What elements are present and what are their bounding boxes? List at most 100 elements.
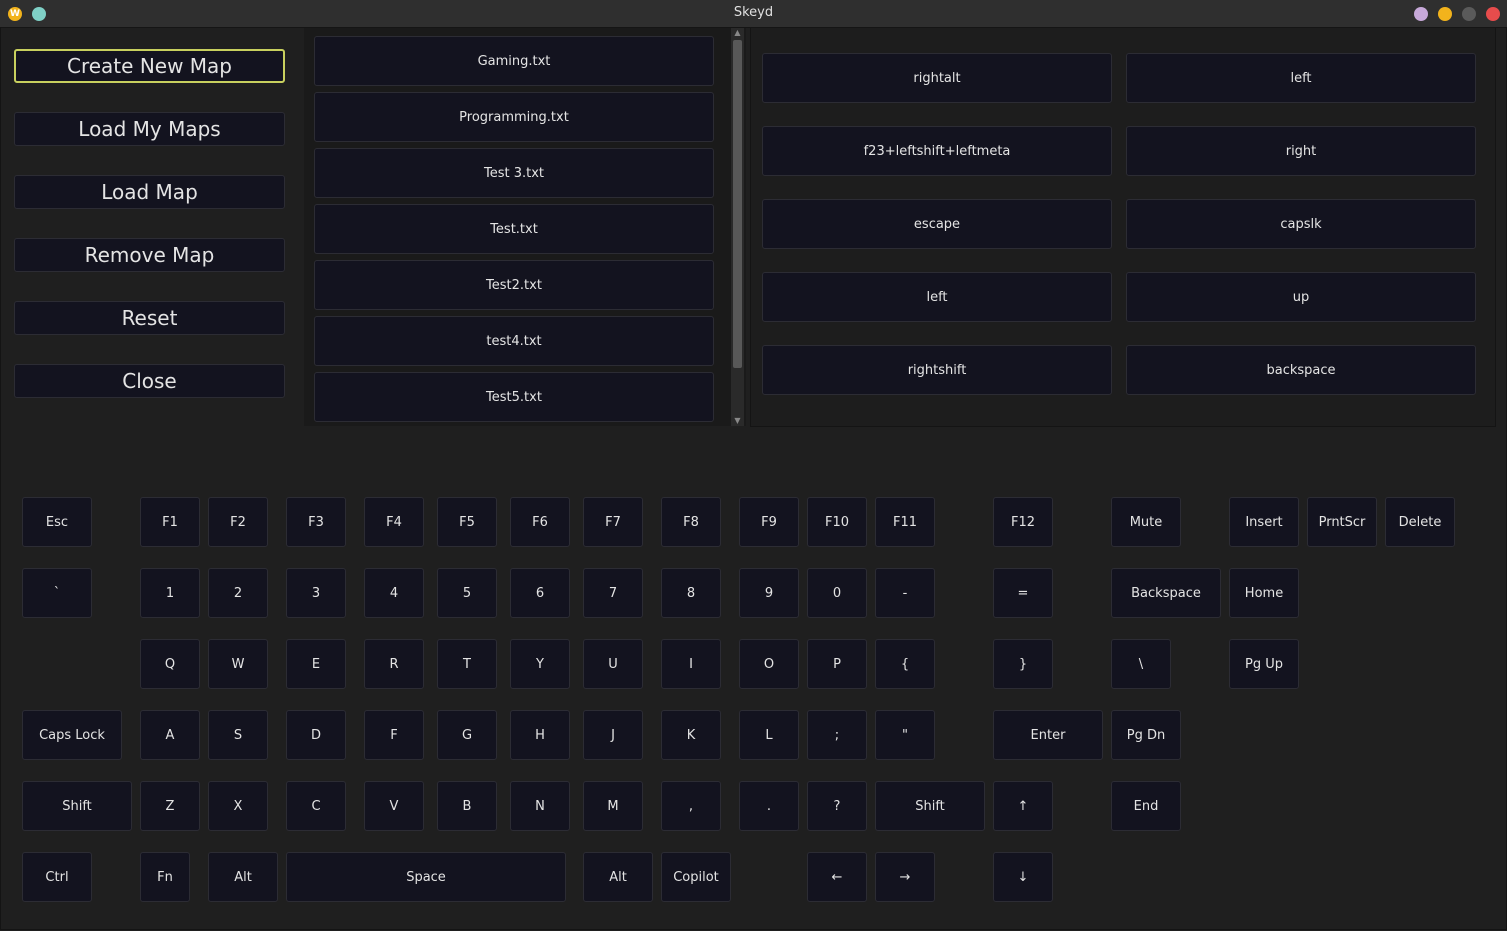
mapping-from[interactable]: rightalt [762, 53, 1112, 103]
key-comma[interactable]: , [661, 781, 721, 831]
key-a[interactable]: A [140, 710, 200, 760]
key-h[interactable]: H [510, 710, 570, 760]
file-item[interactable]: Programming.txt [314, 92, 714, 142]
key-f9[interactable]: F9 [739, 497, 799, 547]
maximize-button[interactable] [1462, 7, 1476, 21]
key-3[interactable]: 3 [286, 568, 346, 618]
key-z[interactable]: Z [140, 781, 200, 831]
key-delete[interactable]: Delete [1385, 497, 1455, 547]
key-w[interactable]: W [208, 639, 268, 689]
key-period[interactable]: . [739, 781, 799, 831]
mapping-from[interactable]: left [762, 272, 1112, 322]
close-window-button[interactable] [1486, 7, 1500, 21]
key-equals[interactable]: = [993, 568, 1053, 618]
key-up-arrow-icon[interactable]: ↑ [993, 781, 1053, 831]
key-f5[interactable]: F5 [437, 497, 497, 547]
key-close-brace[interactable]: } [993, 639, 1053, 689]
key-i[interactable]: I [661, 639, 721, 689]
key-f7[interactable]: F7 [583, 497, 643, 547]
mapping-to[interactable]: up [1126, 272, 1476, 322]
remove-map-button[interactable]: Remove Map [14, 238, 285, 272]
key-backtick[interactable]: ` [22, 568, 92, 618]
key-4[interactable]: 4 [364, 568, 424, 618]
key-down-arrow-icon[interactable]: ↓ [993, 852, 1053, 902]
mapping-from[interactable]: f23+leftshift+leftmeta [762, 126, 1112, 176]
key-right-shift[interactable]: Shift [875, 781, 985, 831]
key-pg-dn[interactable]: Pg Dn [1111, 710, 1181, 760]
key-5[interactable]: 5 [437, 568, 497, 618]
key-o[interactable]: O [739, 639, 799, 689]
key-insert[interactable]: Insert [1229, 497, 1299, 547]
load-map-button[interactable]: Load Map [14, 175, 285, 209]
key-f1[interactable]: F1 [140, 497, 200, 547]
key-1[interactable]: 1 [140, 568, 200, 618]
mapping-to[interactable]: left [1126, 53, 1476, 103]
key-e[interactable]: E [286, 639, 346, 689]
key-p[interactable]: P [807, 639, 867, 689]
key-f11[interactable]: F11 [875, 497, 935, 547]
mapping-from[interactable]: escape [762, 199, 1112, 249]
key-u[interactable]: U [583, 639, 643, 689]
key-pg-up[interactable]: Pg Up [1229, 639, 1299, 689]
close-button[interactable]: Close [14, 364, 285, 398]
key-2[interactable]: 2 [208, 568, 268, 618]
reset-button[interactable]: Reset [14, 301, 285, 335]
key-l[interactable]: L [739, 710, 799, 760]
key-right-alt[interactable]: Alt [583, 852, 653, 902]
key-question[interactable]: ? [807, 781, 867, 831]
key-t[interactable]: T [437, 639, 497, 689]
mapping-to[interactable]: backspace [1126, 345, 1476, 395]
key-esc[interactable]: Esc [22, 497, 92, 547]
key-q[interactable]: Q [140, 639, 200, 689]
key-mute[interactable]: Mute [1111, 497, 1181, 547]
key-right-arrow-icon[interactable]: → [875, 852, 935, 902]
key-f4[interactable]: F4 [364, 497, 424, 547]
create-new-map-button[interactable]: Create New Map [14, 49, 285, 83]
key-6[interactable]: 6 [510, 568, 570, 618]
key-7[interactable]: 7 [583, 568, 643, 618]
key-k[interactable]: K [661, 710, 721, 760]
key-left-shift[interactable]: Shift [22, 781, 132, 831]
file-item[interactable]: test4.txt [314, 316, 714, 366]
key-space[interactable]: Space [286, 852, 566, 902]
key-ctrl[interactable]: Ctrl [22, 852, 92, 902]
key-f8[interactable]: F8 [661, 497, 721, 547]
key-b[interactable]: B [437, 781, 497, 831]
key-left-alt[interactable]: Alt [208, 852, 278, 902]
mapping-to[interactable]: capslk [1126, 199, 1476, 249]
key-g[interactable]: G [437, 710, 497, 760]
file-list-scrollbar[interactable]: ▲ ▼ [731, 28, 744, 426]
keep-above-button[interactable] [1414, 7, 1428, 21]
key-f3[interactable]: F3 [286, 497, 346, 547]
minimize-button[interactable] [1438, 7, 1452, 21]
key-semicolon[interactable]: ; [807, 710, 867, 760]
file-item[interactable]: Gaming.txt [314, 36, 714, 86]
key-x[interactable]: X [208, 781, 268, 831]
key-y[interactable]: Y [510, 639, 570, 689]
scroll-up-arrow-icon[interactable]: ▲ [731, 28, 744, 38]
key-v[interactable]: V [364, 781, 424, 831]
file-item[interactable]: Test 3.txt [314, 148, 714, 198]
key-f2[interactable]: F2 [208, 497, 268, 547]
load-my-maps-button[interactable]: Load My Maps [14, 112, 285, 146]
key-c[interactable]: C [286, 781, 346, 831]
key-d[interactable]: D [286, 710, 346, 760]
key-end[interactable]: End [1111, 781, 1181, 831]
key-0[interactable]: 0 [807, 568, 867, 618]
key-left-arrow-icon[interactable]: ← [807, 852, 867, 902]
key-9[interactable]: 9 [739, 568, 799, 618]
key-f6[interactable]: F6 [510, 497, 570, 547]
key-s[interactable]: S [208, 710, 268, 760]
file-item[interactable]: Test.txt [314, 204, 714, 254]
file-item[interactable]: Test2.txt [314, 260, 714, 310]
key-quote[interactable]: " [875, 710, 935, 760]
key-copilot[interactable]: Copilot [661, 852, 731, 902]
key-minus[interactable]: - [875, 568, 935, 618]
key-f[interactable]: F [364, 710, 424, 760]
key-home[interactable]: Home [1229, 568, 1299, 618]
key-r[interactable]: R [364, 639, 424, 689]
key-j[interactable]: J [583, 710, 643, 760]
key-m[interactable]: M [583, 781, 643, 831]
key-enter[interactable]: Enter [993, 710, 1103, 760]
key-backspace[interactable]: Backspace [1111, 568, 1221, 618]
